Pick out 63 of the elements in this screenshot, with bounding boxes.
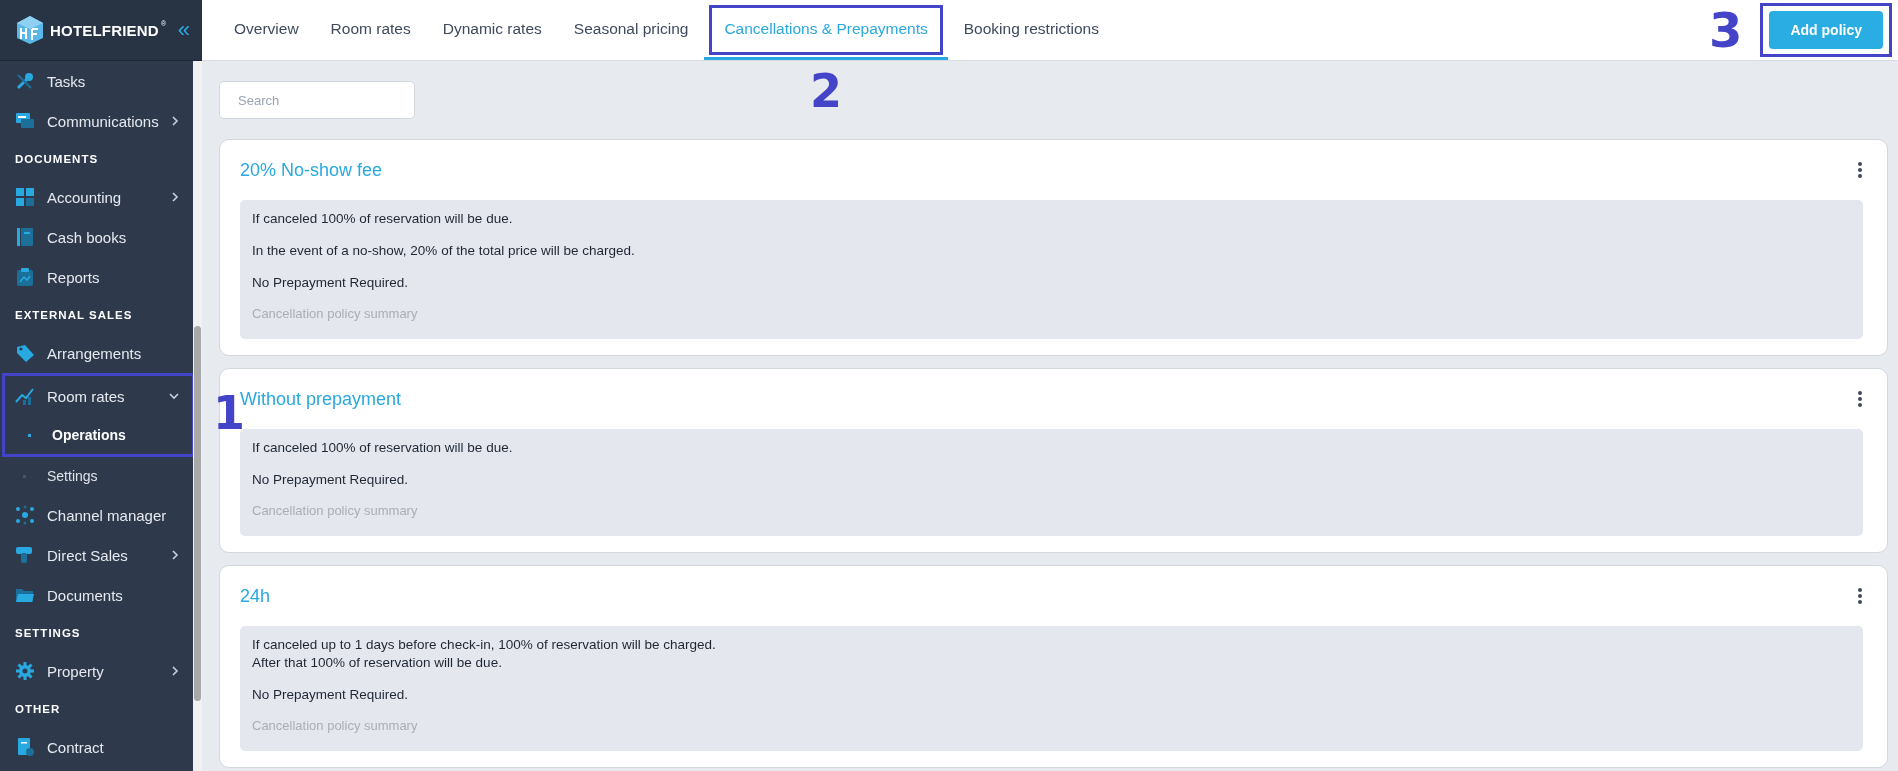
sidebar-item[interactable]: Direct Sales <box>0 535 193 575</box>
chat-icon <box>15 111 35 131</box>
brand-name: HOTELFRIEND <box>50 21 159 39</box>
policy-text: After that 100% of reservation will be due. <box>252 654 503 672</box>
sidebar-item[interactable]: Property <box>0 651 193 691</box>
policy-text: In the event of a no-show, 20% of the total price will be charged. <box>252 242 636 260</box>
callout-number: 3 <box>1709 6 1743 54</box>
sidebar-item[interactable]: Communications <box>0 101 193 141</box>
chevron-icon <box>169 549 181 561</box>
summary-field[interactable]: Cancellation policy summary <box>252 718 492 733</box>
tab[interactable]: Dynamic rates <box>426 0 558 60</box>
section-heading: OTHER <box>14 702 62 717</box>
section-heading: DOCUMENTS <box>14 152 100 167</box>
chevron-icon <box>169 191 181 203</box>
submenu-item[interactable]: Operations <box>5 416 192 454</box>
policy-text: No Prepayment Required. <box>252 686 410 704</box>
more-icon <box>1857 161 1863 179</box>
settings-icon <box>15 661 35 681</box>
grid-icon <box>15 187 35 207</box>
callout-number: 2 <box>810 68 843 114</box>
policy-text: No Prepayment Required. <box>252 471 410 489</box>
tab[interactable]: Room rates <box>314 0 427 60</box>
tab[interactable]: Overview <box>218 0 315 60</box>
sidebar-item[interactable]: Tasks <box>0 61 193 101</box>
sidebar-item[interactable]: Room rates <box>5 376 192 416</box>
summary-field[interactable]: Cancellation policy summary <box>252 306 492 321</box>
tag-icon <box>15 343 35 363</box>
logo-icon <box>16 15 44 45</box>
submenu-item[interactable]: Settings <box>0 457 193 495</box>
tab[interactable]: Booking restrictions <box>947 0 1115 60</box>
search-field[interactable]: Search <box>219 81 415 119</box>
hand-icon <box>15 545 35 565</box>
sidebar-item[interactable]: Documents <box>0 575 193 615</box>
section-heading: SETTINGS <box>14 626 82 641</box>
policy-text: If canceled 100% of reservation will be due. <box>252 439 514 457</box>
wrench-icon <box>15 71 35 91</box>
sidebar-item[interactable]: Arrangements <box>0 333 193 373</box>
policy-text: No Prepayment Required. <box>252 274 410 292</box>
document-icon <box>15 737 35 757</box>
section-heading: EXTERNAL SALES <box>14 308 134 323</box>
more-icon <box>1857 587 1863 605</box>
summary-field[interactable]: Cancellation policy summary <box>252 503 492 518</box>
scrollbar-thumb[interactable] <box>194 326 201 701</box>
book-icon <box>15 227 35 247</box>
collapse-button[interactable]: « <box>175 19 192 41</box>
policy-text: If canceled 100% of reservation will be due. <box>252 210 514 228</box>
policy-text: If canceled up to 1 days before check-in, 100% of reservation will be charged. <box>252 636 717 654</box>
bullet-icon <box>28 433 31 437</box>
sidebar-item[interactable]: Accounting <box>0 177 193 217</box>
chevron-icon <box>169 115 181 127</box>
sidebar-item[interactable]: Contract <box>0 727 193 767</box>
network-icon <box>15 505 35 525</box>
chart-icon <box>15 386 35 406</box>
sidebar-item[interactable]: Reports <box>0 257 193 297</box>
more-icon <box>1857 390 1863 408</box>
chevron-icon <box>168 390 180 402</box>
scrollbar[interactable] <box>193 61 202 771</box>
chevron-icon <box>169 665 181 677</box>
sidebar-item[interactable]: Cash books <box>0 217 193 257</box>
sidebar-item[interactable]: Channel manager <box>0 495 193 535</box>
clipboard-icon <box>15 267 35 287</box>
tab[interactable]: Seasonal pricing <box>557 0 705 60</box>
bullet-icon <box>23 474 26 478</box>
